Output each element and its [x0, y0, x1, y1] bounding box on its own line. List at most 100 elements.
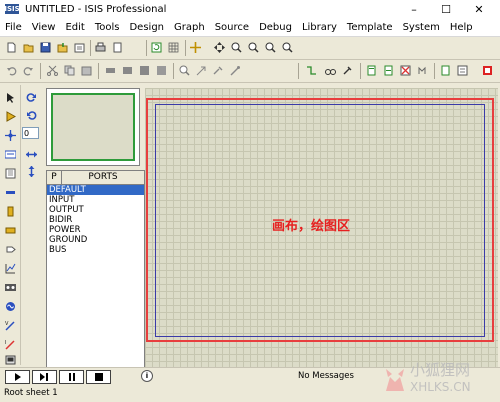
menu-source[interactable]: Source: [210, 22, 254, 33]
current-sheet-label: Root sheet 1: [4, 388, 58, 398]
watermark-text-cn: 小狐狸网: [410, 361, 470, 379]
stop-button[interactable]: [86, 370, 111, 384]
list-item-default[interactable]: DEFAULT: [47, 185, 144, 195]
rotate-ccw-icon[interactable]: [24, 108, 38, 122]
block-move-icon[interactable]: [120, 63, 135, 78]
title-bar: ISIS UNTITLED - ISIS Professional – ☐ ✕: [0, 0, 500, 18]
block-rotate-icon[interactable]: [137, 63, 152, 78]
tape-recorder-icon[interactable]: [3, 280, 17, 294]
rotation-angle-input[interactable]: 0: [22, 127, 39, 139]
object-selector: P PORTS DEFAULT INPUT OUTPUT BIDIR POWER…: [46, 170, 145, 368]
list-item-output[interactable]: OUTPUT: [47, 205, 144, 215]
rotate-cw-icon[interactable]: [24, 90, 38, 104]
menu-file[interactable]: File: [0, 22, 27, 33]
menu-edit[interactable]: Edit: [60, 22, 89, 33]
drawing-canvas[interactable]: 画布，绘图区: [145, 88, 498, 367]
port-list: DEFAULT INPUT OUTPUT BIDIR POWER GROUND …: [47, 185, 144, 255]
goto-sheet-icon[interactable]: [398, 63, 413, 78]
svg-text:I: I: [5, 340, 6, 346]
cut-icon[interactable]: [45, 63, 60, 78]
property-tool-icon[interactable]: [340, 63, 355, 78]
menu-design[interactable]: Design: [124, 22, 169, 33]
overview-window[interactable]: [46, 88, 140, 166]
pick-device-icon[interactable]: [177, 63, 192, 78]
pan-icon[interactable]: [212, 40, 227, 55]
list-item-power[interactable]: POWER: [47, 225, 144, 235]
generator-icon[interactable]: [3, 299, 17, 313]
info-icon[interactable]: i: [141, 370, 153, 382]
menu-template[interactable]: Template: [342, 22, 398, 33]
new-file-icon[interactable]: [4, 40, 19, 55]
stop-icon: [94, 373, 103, 381]
block-delete-icon[interactable]: [154, 63, 169, 78]
current-probe-icon[interactable]: I: [3, 337, 17, 351]
list-item-input[interactable]: INPUT: [47, 195, 144, 205]
save-icon[interactable]: [38, 40, 53, 55]
new-sheet-icon[interactable]: [364, 63, 379, 78]
list-item-bidir[interactable]: BIDIR: [47, 215, 144, 225]
voltage-probe-icon[interactable]: V: [3, 318, 17, 332]
redo-icon[interactable]: [21, 63, 36, 78]
menu-graph[interactable]: Graph: [169, 22, 210, 33]
mirror-vertical-icon[interactable]: [24, 164, 38, 178]
device-pin-icon[interactable]: [3, 242, 17, 256]
play-icon: [14, 373, 21, 381]
block-copy-icon[interactable]: [103, 63, 118, 78]
bom-icon[interactable]: [415, 63, 430, 78]
maximize-button[interactable]: ☐: [432, 0, 460, 18]
menu-tools[interactable]: Tools: [90, 22, 125, 33]
paste-icon[interactable]: [79, 63, 94, 78]
undo-icon[interactable]: [4, 63, 19, 78]
grid-toggle-icon[interactable]: [166, 40, 181, 55]
ares-logo-icon[interactable]: [480, 63, 495, 78]
virtual-instrument-icon[interactable]: [3, 353, 17, 367]
graph-icon[interactable]: [3, 261, 17, 275]
menu-debug[interactable]: Debug: [254, 22, 297, 33]
close-button[interactable]: ✕: [465, 0, 493, 18]
text-script-icon[interactable]: [3, 166, 17, 180]
decompose-icon[interactable]: [228, 63, 243, 78]
menu-view[interactable]: View: [27, 22, 61, 33]
mirror-horizontal-icon[interactable]: [24, 147, 38, 161]
list-item-ground[interactable]: GROUND: [47, 235, 144, 245]
window-title: UNTITLED - ISIS Professional: [25, 3, 167, 15]
zoom-all-icon[interactable]: [263, 40, 278, 55]
menu-help[interactable]: Help: [445, 22, 478, 33]
export-icon[interactable]: [72, 40, 87, 55]
package-tool-icon[interactable]: [211, 63, 226, 78]
netlist-icon[interactable]: [438, 63, 453, 78]
select-arrow-icon[interactable]: [3, 90, 17, 104]
zoom-out-icon[interactable]: [246, 40, 261, 55]
watermark-logo: 小狐狸网 XHLKS.CN: [378, 357, 498, 399]
menu-library[interactable]: Library: [297, 22, 342, 33]
minimize-button[interactable]: –: [400, 0, 428, 18]
remove-sheet-icon[interactable]: [381, 63, 396, 78]
refresh-icon[interactable]: [149, 40, 164, 55]
search-tag-icon[interactable]: [323, 63, 338, 78]
import-icon[interactable]: [55, 40, 70, 55]
menu-system[interactable]: System: [398, 22, 445, 33]
origin-icon[interactable]: [188, 40, 203, 55]
print-icon[interactable]: [93, 40, 108, 55]
list-item-bus[interactable]: BUS: [47, 245, 144, 255]
ares-icon[interactable]: [455, 63, 470, 78]
wire-label-icon[interactable]: [3, 147, 17, 161]
component-icon[interactable]: [3, 109, 17, 123]
subcircuit-icon[interactable]: [3, 204, 17, 218]
pause-button[interactable]: [59, 370, 84, 384]
wire-autorouter-icon[interactable]: [304, 63, 319, 78]
play-button[interactable]: [5, 370, 30, 384]
zoom-area-icon[interactable]: [280, 40, 295, 55]
junction-dot-icon[interactable]: [3, 128, 17, 142]
print-area-icon[interactable]: [110, 40, 125, 55]
copy-icon[interactable]: [62, 63, 77, 78]
terminals-icon[interactable]: [3, 223, 17, 237]
step-button[interactable]: [32, 370, 57, 384]
bus-icon[interactable]: [3, 185, 17, 199]
open-folder-icon[interactable]: [21, 40, 36, 55]
make-device-icon[interactable]: [194, 63, 209, 78]
messages-status: No Messages: [298, 371, 354, 381]
watermark-text-en: XHLKS.CN: [410, 380, 471, 394]
pick-button[interactable]: P: [47, 171, 62, 185]
zoom-in-icon[interactable]: [229, 40, 244, 55]
